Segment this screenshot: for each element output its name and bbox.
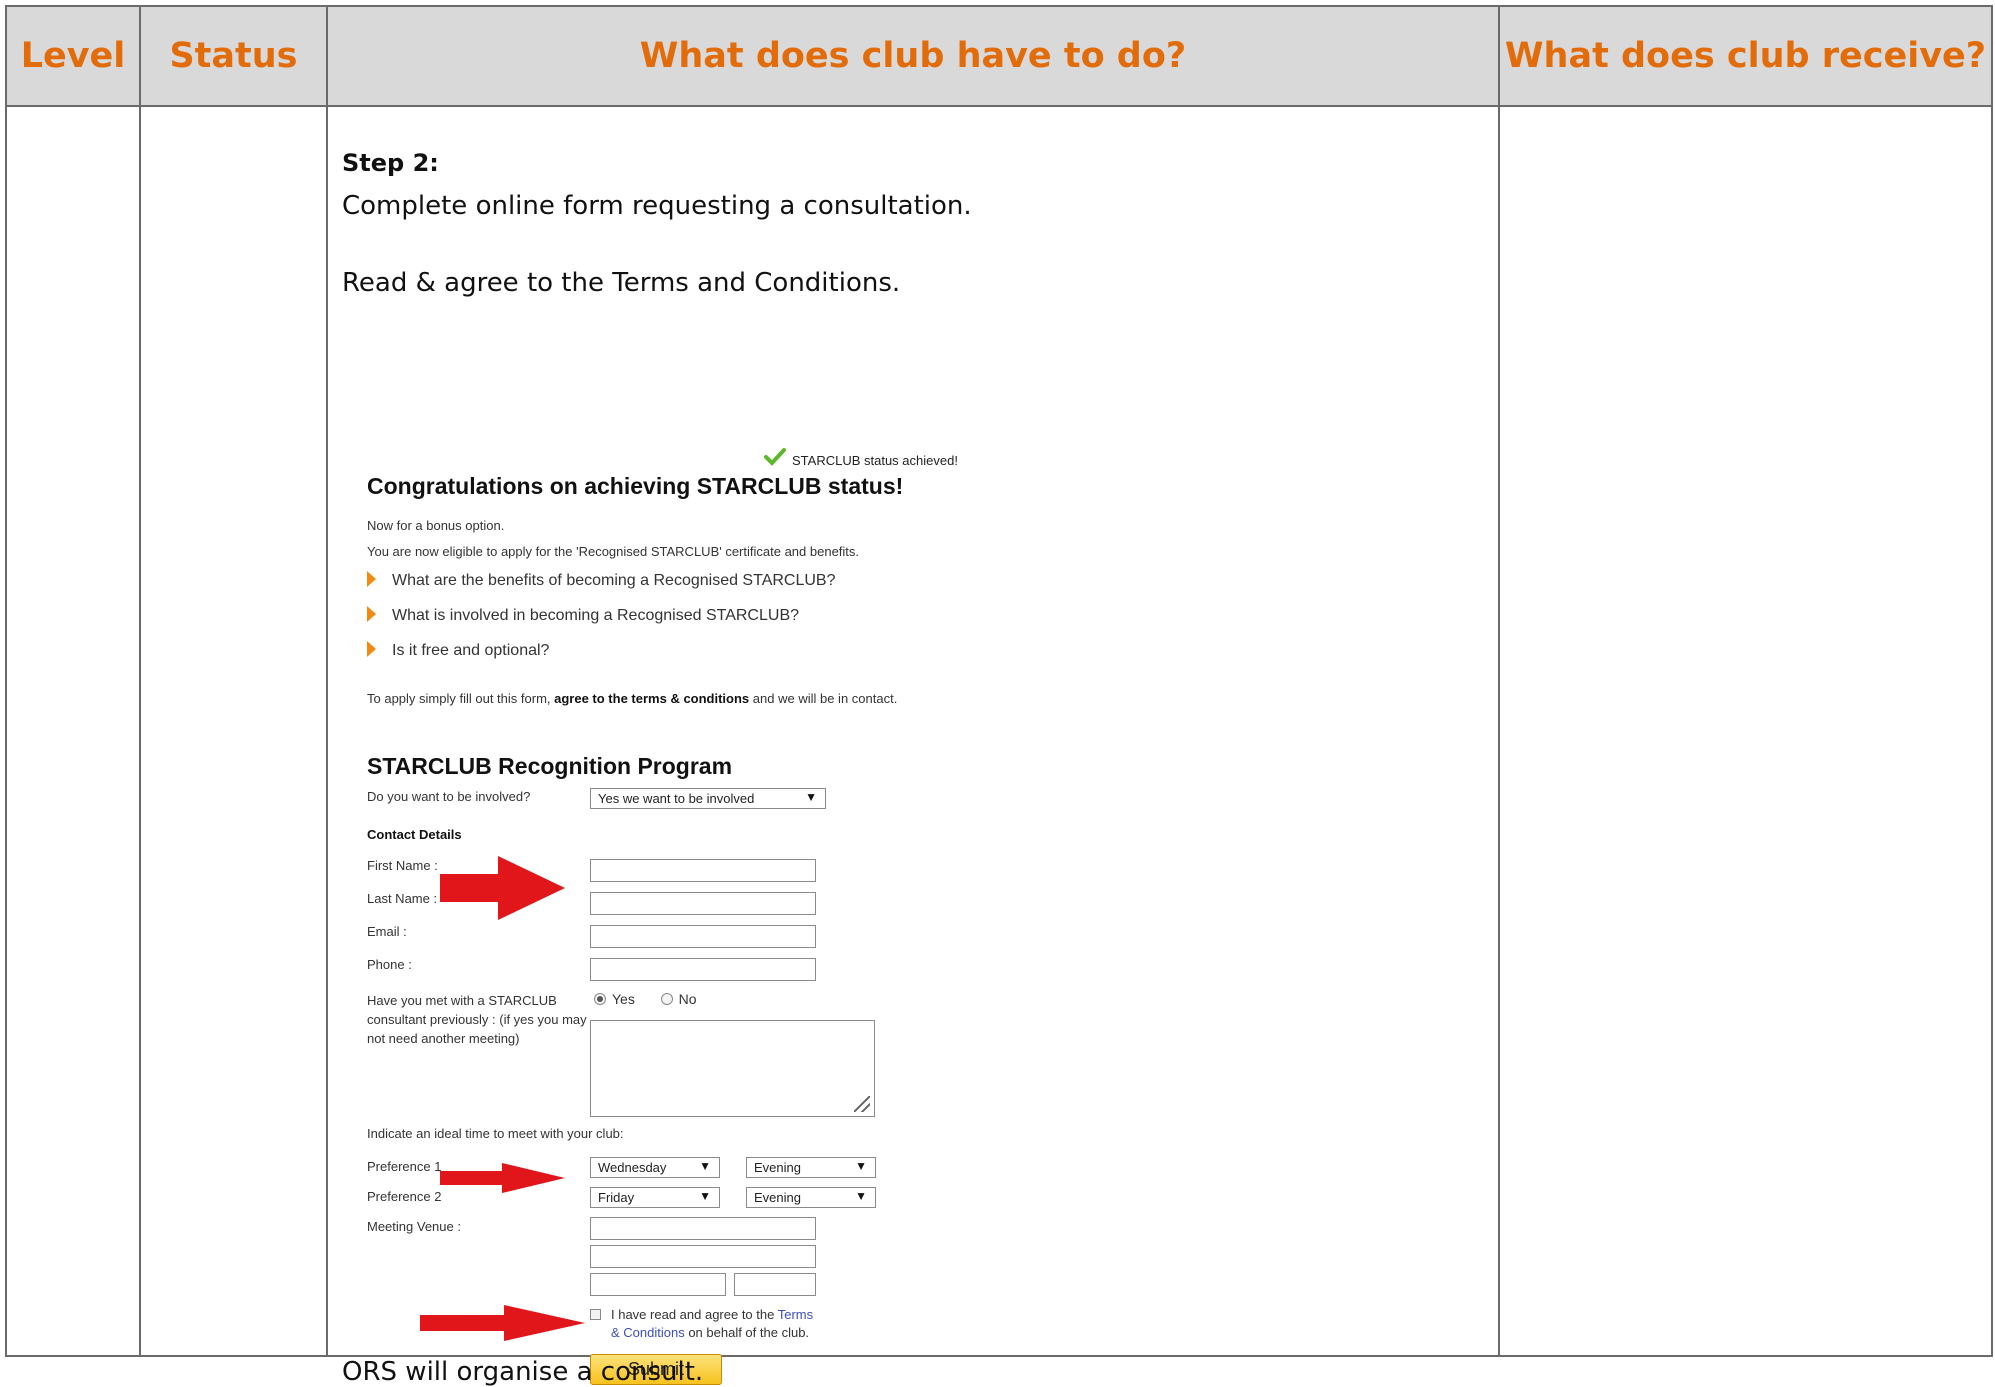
status-achieved-text: STARCLUB status achieved! bbox=[792, 453, 958, 468]
select-value: Wednesday bbox=[598, 1160, 667, 1175]
select-value: Evening bbox=[754, 1160, 801, 1175]
radio-yes[interactable] bbox=[594, 993, 606, 1005]
header-status: Status bbox=[139, 5, 328, 107]
preference-2-day-select[interactable]: Friday ▼ bbox=[590, 1187, 720, 1208]
select-value: Evening bbox=[754, 1190, 801, 1205]
faq-label: What are the benefits of becoming a Reco… bbox=[392, 572, 836, 589]
receive-cell bbox=[1498, 105, 1993, 1357]
met-consultant-label: Have you met with a STARCLUB consultant … bbox=[367, 993, 587, 1046]
venue-line-1-field[interactable] bbox=[590, 1217, 816, 1240]
congrats-heading: Congratulations on achieving STARCLUB st… bbox=[367, 473, 904, 499]
faq-label: What is involved in becoming a Recognise… bbox=[392, 607, 800, 624]
step-title: Step 2: bbox=[342, 149, 439, 177]
todo-cell: Step 2: Complete online form requesting … bbox=[326, 105, 1500, 1387]
apply-suffix: and we will be in contact. bbox=[749, 691, 898, 706]
step-instruction-terms: Read & agree to the Terms and Conditions… bbox=[342, 268, 901, 298]
last-name-field[interactable] bbox=[590, 892, 816, 915]
radio-no-label: No bbox=[678, 991, 697, 1007]
apply-prefix: To apply simply fill out this form, bbox=[367, 691, 555, 706]
dropdown-arrow-icon: ▼ bbox=[855, 1189, 867, 1203]
met-consultant-radios: Yes No bbox=[594, 991, 697, 1007]
involved-select[interactable]: Yes we want to be involved ▼ bbox=[590, 788, 826, 809]
phone-label: Phone : bbox=[367, 957, 412, 972]
faq-item-free[interactable]: Is it free and optional? bbox=[367, 641, 549, 660]
preference-1-time-select[interactable]: Evening ▼ bbox=[746, 1157, 876, 1178]
step-footer: ORS will organise a consult. bbox=[342, 1357, 704, 1387]
header-receive: What does club receive? bbox=[1498, 5, 1993, 107]
eligible-text: You are now eligible to apply for the 'R… bbox=[367, 544, 860, 559]
bullet-triangle-icon bbox=[367, 606, 376, 622]
meeting-venue-label: Meeting Venue : bbox=[367, 1219, 461, 1234]
program-heading: STARCLUB Recognition Program bbox=[367, 753, 733, 779]
radio-no[interactable] bbox=[660, 993, 673, 1005]
red-arrow-icon bbox=[440, 1163, 565, 1193]
ideal-time-label: Indicate an ideal time to meet with your… bbox=[367, 1126, 624, 1141]
notes-textarea[interactable] bbox=[590, 1020, 875, 1117]
status-cell bbox=[139, 105, 328, 1357]
first-name-label: First Name : bbox=[367, 858, 438, 873]
venue-postcode-field[interactable] bbox=[734, 1273, 816, 1296]
terms-checkbox[interactable] bbox=[590, 1309, 601, 1320]
radio-yes-label: Yes bbox=[612, 991, 635, 1007]
venue-line-2-field[interactable] bbox=[590, 1245, 816, 1268]
preference-2-label: Preference 2 bbox=[367, 1189, 442, 1204]
terms-link[interactable]: Terms bbox=[778, 1307, 813, 1322]
faq-label: Is it free and optional? bbox=[392, 642, 550, 659]
step-instruction-form: Complete online form requesting a consul… bbox=[342, 191, 972, 221]
level-cell bbox=[5, 105, 141, 1357]
form-screenshot: STARCLUB status achieved! Congratulation… bbox=[342, 333, 1342, 1385]
resize-grip-icon[interactable] bbox=[854, 1096, 870, 1112]
email-label: Email : bbox=[367, 924, 407, 939]
bonus-text: Now for a bonus option. bbox=[367, 518, 505, 533]
conditions-link[interactable]: & Conditions bbox=[611, 1325, 685, 1340]
contact-details-heading: Contact Details bbox=[367, 827, 462, 842]
agree-prefix: I have read and agree to the bbox=[611, 1307, 778, 1322]
phone-field[interactable] bbox=[590, 958, 816, 981]
dropdown-arrow-icon: ▼ bbox=[699, 1159, 711, 1173]
bullet-triangle-icon bbox=[367, 641, 376, 657]
agree-suffix: on behalf of the club. bbox=[684, 1325, 810, 1340]
involved-value: Yes we want to be involved bbox=[598, 791, 755, 806]
bullet-triangle-icon bbox=[367, 571, 376, 587]
faq-item-involved[interactable]: What is involved in becoming a Recognise… bbox=[367, 606, 799, 625]
header-row: Level Status What does club have to do? … bbox=[5, 5, 1993, 107]
terms-agreement: I have read and agree to the Terms bbox=[590, 1305, 813, 1325]
involved-label: Do you want to be involved? bbox=[367, 789, 531, 804]
dropdown-arrow-icon: ▼ bbox=[855, 1159, 867, 1173]
red-arrow-icon bbox=[420, 1305, 585, 1341]
venue-suburb-field[interactable] bbox=[590, 1273, 726, 1296]
select-value: Friday bbox=[598, 1190, 635, 1205]
terms-agreement-line-2: & Conditions on behalf of the club. bbox=[611, 1325, 809, 1340]
header-level: Level bbox=[5, 5, 141, 107]
preference-1-day-select[interactable]: Wednesday ▼ bbox=[590, 1157, 720, 1178]
first-name-field[interactable] bbox=[590, 859, 816, 882]
faq-item-benefits[interactable]: What are the benefits of becoming a Reco… bbox=[367, 571, 836, 590]
document-table: Level Status What does club have to do? … bbox=[5, 5, 1993, 1387]
apply-bold: agree to the terms & conditions bbox=[554, 691, 750, 706]
header-todo: What does club have to do? bbox=[326, 5, 1500, 107]
dropdown-arrow-icon: ▼ bbox=[699, 1189, 711, 1203]
content-row: Step 2: Complete online form requesting … bbox=[5, 105, 1993, 1387]
apply-instructions: To apply simply fill out this form, agre… bbox=[367, 691, 897, 706]
red-arrow-icon bbox=[440, 856, 565, 920]
check-icon bbox=[764, 448, 786, 466]
dropdown-arrow-icon: ▼ bbox=[805, 790, 817, 804]
email-field[interactable] bbox=[590, 925, 816, 948]
preference-1-label: Preference 1 bbox=[367, 1159, 442, 1174]
preference-2-time-select[interactable]: Evening ▼ bbox=[746, 1187, 876, 1208]
last-name-label: Last Name : bbox=[367, 891, 438, 906]
